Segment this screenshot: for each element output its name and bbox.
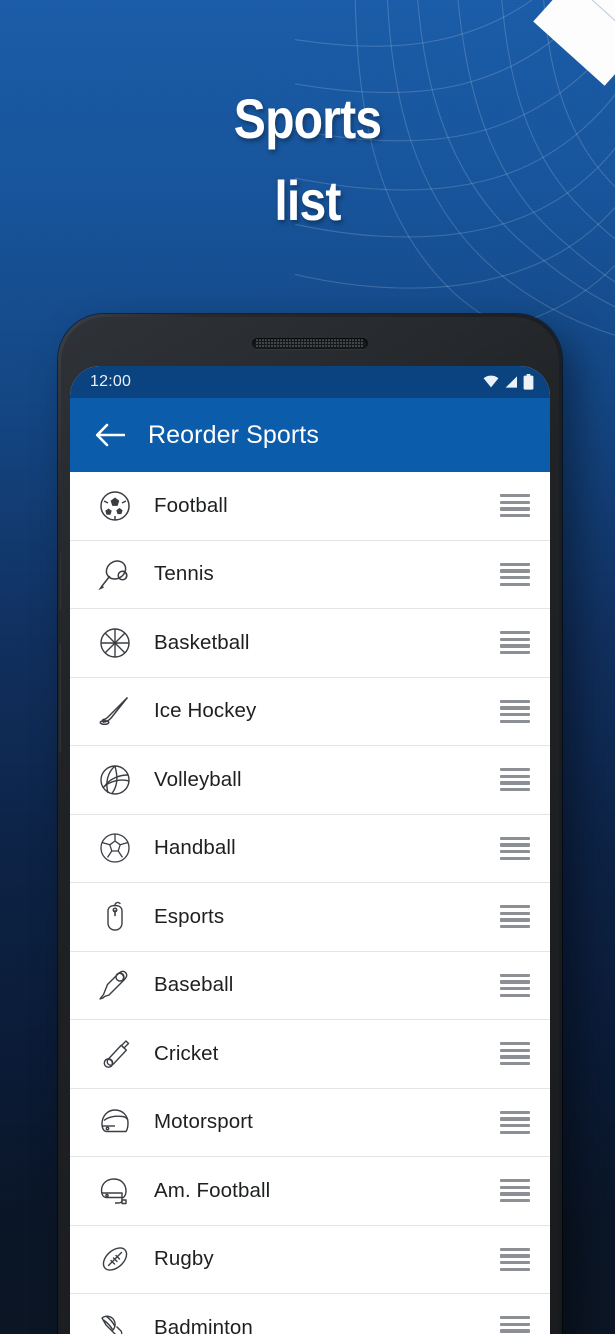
list-item-rugby[interactable]: Rugby [70,1225,550,1294]
phone-side-button-volume[interactable] [58,644,61,752]
drag-handle-icon[interactable] [500,905,530,929]
phone-mockup: 12:00 Reorder Sports Football Tennis Bas… [58,314,562,1334]
drag-handle-icon[interactable] [500,1247,530,1271]
headline-line-2: list [274,169,341,232]
list-item-label: Ice Hockey [154,699,257,723]
list-item-label: Baseball [154,973,234,997]
football-helmet-icon [88,1173,142,1209]
list-item-label: Badminton [154,1315,253,1334]
handball-icon [88,830,142,866]
list-item-volleyball[interactable]: Volleyball [70,746,550,815]
list-item-handball[interactable]: Handball [70,814,550,883]
baseball-bat-icon [88,967,142,1003]
racing-helmet-icon [88,1104,142,1140]
list-item-ice-hockey[interactable]: Ice Hockey [70,677,550,746]
list-item-tennis[interactable]: Tennis [70,540,550,609]
list-item-motorsport[interactable]: Motorsport [70,1088,550,1157]
list-item-label: Volleyball [154,767,242,791]
drag-handle-icon[interactable] [500,1042,530,1066]
list-item-esports[interactable]: Esports [70,883,550,952]
list-item-cricket[interactable]: Cricket [70,1020,550,1089]
rugby-ball-icon [88,1241,142,1277]
cellular-signal-icon [505,376,517,388]
status-bar-clock: 12:00 [90,373,132,390]
drag-handle-icon[interactable] [500,973,530,997]
drag-handle-icon[interactable] [500,494,530,518]
drag-handle-icon[interactable] [500,631,530,655]
wifi-icon [483,375,499,388]
earpiece-speaker-grille [252,338,368,349]
list-item-football[interactable]: Football [70,472,550,541]
phone-screen: 12:00 Reorder Sports Football Tennis Bas… [70,366,550,1334]
list-item-baseball[interactable]: Baseball [70,951,550,1020]
drag-handle-icon[interactable] [500,836,530,860]
phone-side-button-power[interactable] [58,552,61,610]
list-item-label: Handball [154,836,236,860]
shuttlecock-icon [88,1310,142,1334]
soccer-ball-icon [88,488,142,524]
app-bar: Reorder Sports [70,398,550,472]
back-button[interactable] [88,413,132,457]
list-item-label: Football [154,493,228,517]
basketball-icon [88,625,142,661]
list-item-am-football[interactable]: Am. Football [70,1157,550,1226]
page-title: Sports list [0,78,615,242]
drag-handle-icon[interactable] [500,1179,530,1203]
drag-handle-icon[interactable] [500,1316,530,1334]
drag-handle-icon[interactable] [500,699,530,723]
cricket-bat-icon [88,1036,142,1072]
drag-handle-icon[interactable] [500,562,530,586]
list-item-basketball[interactable]: Basketball [70,609,550,678]
back-arrow-icon [95,423,125,447]
list-item-label: Am. Football [154,1178,271,1202]
drag-handle-icon[interactable] [500,1110,530,1134]
list-item-label: Rugby [154,1247,214,1271]
status-bar: 12:00 [70,366,550,398]
list-item-label: Motorsport [154,1110,253,1134]
list-item-label: Tennis [154,562,214,586]
list-item-badminton[interactable]: Badminton [70,1294,550,1334]
computer-mouse-icon [88,899,142,935]
status-bar-icons [483,374,534,390]
tennis-racket-icon [88,556,142,592]
drag-handle-icon[interactable] [500,768,530,792]
list-item-label: Esports [154,904,225,928]
app-bar-title: Reorder Sports [148,420,319,449]
hockey-stick-icon [88,693,142,729]
volleyball-icon [88,762,142,798]
sports-list: Football Tennis Basketball Ice Hockey Vo… [70,472,550,1334]
list-item-label: Basketball [154,630,250,654]
battery-icon [523,374,534,390]
list-item-label: Cricket [154,1041,219,1065]
headline-line-1: Sports [233,87,382,150]
